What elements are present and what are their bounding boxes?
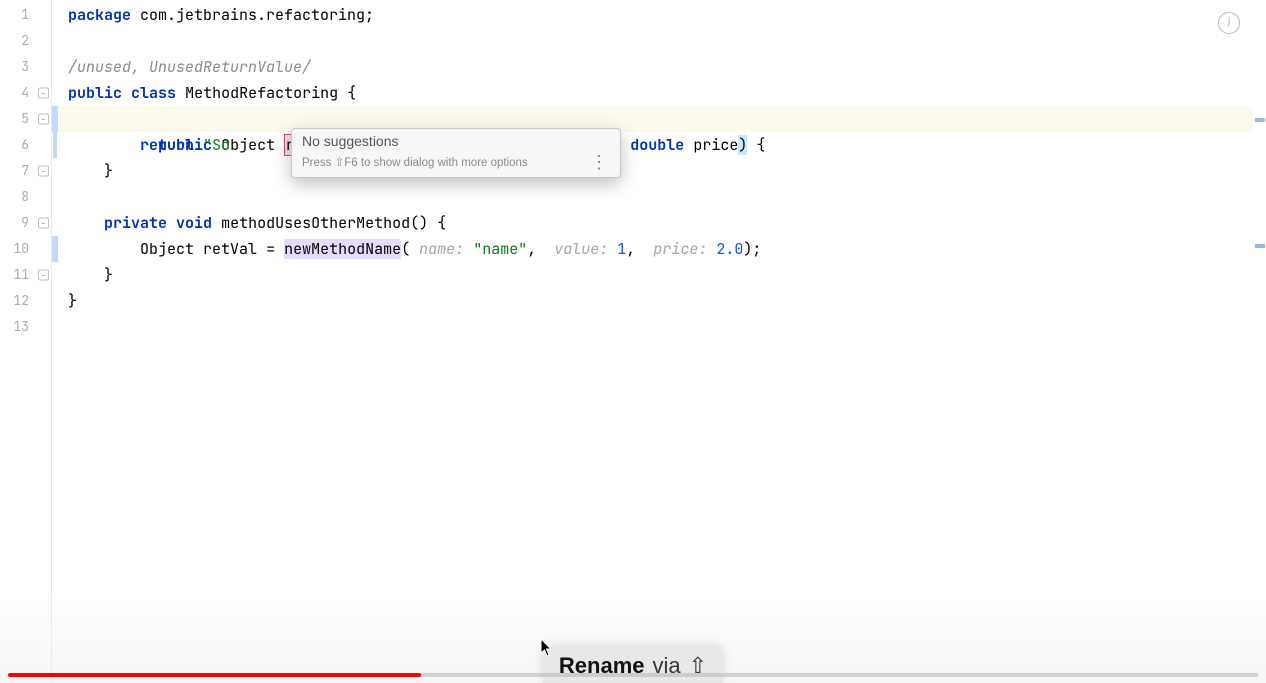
code-line[interactable] [52,28,1266,54]
video-progress-fill [8,673,421,677]
line-number: 10 [0,236,51,262]
keyword: package [68,5,131,25]
string-literal: "So [203,135,230,155]
line-number: 3 [0,54,51,80]
inlay-hint: price: [653,239,707,259]
fold-toggle-icon[interactable]: − [38,166,49,177]
fold-toggle-icon[interactable]: − [38,270,49,281]
line-number: 4− [0,80,51,106]
usage-marker[interactable] [1255,244,1265,248]
line-number: 7− [0,158,51,184]
code-line[interactable] [52,314,1266,340]
video-progress-track[interactable] [8,673,1258,677]
line-number-gutter: 1 2 3 4− 5− 6 7− 8 9− 10 11− 12 13 [0,0,52,683]
rename-suggestions-popup[interactable]: No suggestions Press ⇧F6 to show dialog … [291,128,621,178]
line-number: 12 [0,288,51,314]
class-name: MethodRefactoring [185,83,338,103]
fold-toggle-icon[interactable]: − [38,114,49,125]
editor-marker-strip[interactable] [1252,0,1266,683]
usage-marker[interactable] [1255,118,1265,122]
package-name: com.jetbrains.refactoring [140,5,365,25]
code-line[interactable]: package com.jetbrains.refactoring; [52,2,1266,28]
popup-hint-text: Press ⇧F6 to show dialog with more optio… [302,155,528,169]
line-number: 13 [0,314,51,340]
code-line[interactable] [52,184,1266,210]
editor-content[interactable]: package com.jetbrains.refactoring; /unus… [52,0,1266,683]
code-line[interactable]: return "So [52,132,1266,158]
line-number: 2 [0,28,51,54]
code-line[interactable]: } [52,158,1266,184]
fold-toggle-icon[interactable]: − [38,218,49,229]
code-line[interactable]: Object retVal = newMethodName( name: "na… [52,236,1266,262]
change-marker [52,106,58,132]
line-number: 11− [0,262,51,288]
fold-toggle-icon[interactable]: − [38,88,49,99]
line-number: 6 [0,132,51,158]
more-options-icon[interactable]: ⋮ [586,153,612,171]
line-number: 8 [0,184,51,210]
method-usage-highlight: newMethodName [284,239,401,259]
code-line-current[interactable]: public Object newMethodName(String name,… [52,106,1266,132]
inlay-hint: name: [419,239,464,259]
method-name: methodUsesOtherMethod [221,213,410,233]
shortcut-caption: Rename via ⇧ [543,647,723,683]
line-number: 1 [0,2,51,28]
comment: /unused, UnusedReturnValue/ [68,57,311,77]
line-number: 9− [0,210,51,236]
code-editor[interactable]: 1 2 3 4− 5− 6 7− 8 9− 10 11− 12 13 packa… [0,0,1266,683]
line-number: 5− [0,106,51,132]
info-icon[interactable]: i [1218,12,1240,34]
inlay-hint: value: [554,239,608,259]
code-line[interactable]: } [52,262,1266,288]
code-line[interactable]: } [52,288,1266,314]
code-line[interactable]: public class MethodRefactoring { [52,80,1266,106]
code-line[interactable]: private void methodUsesOtherMethod() { [52,210,1266,236]
code-line[interactable]: /unused, UnusedReturnValue/ [52,54,1266,80]
popup-message: No suggestions [292,129,620,151]
change-marker [53,132,57,158]
change-marker [52,236,58,262]
